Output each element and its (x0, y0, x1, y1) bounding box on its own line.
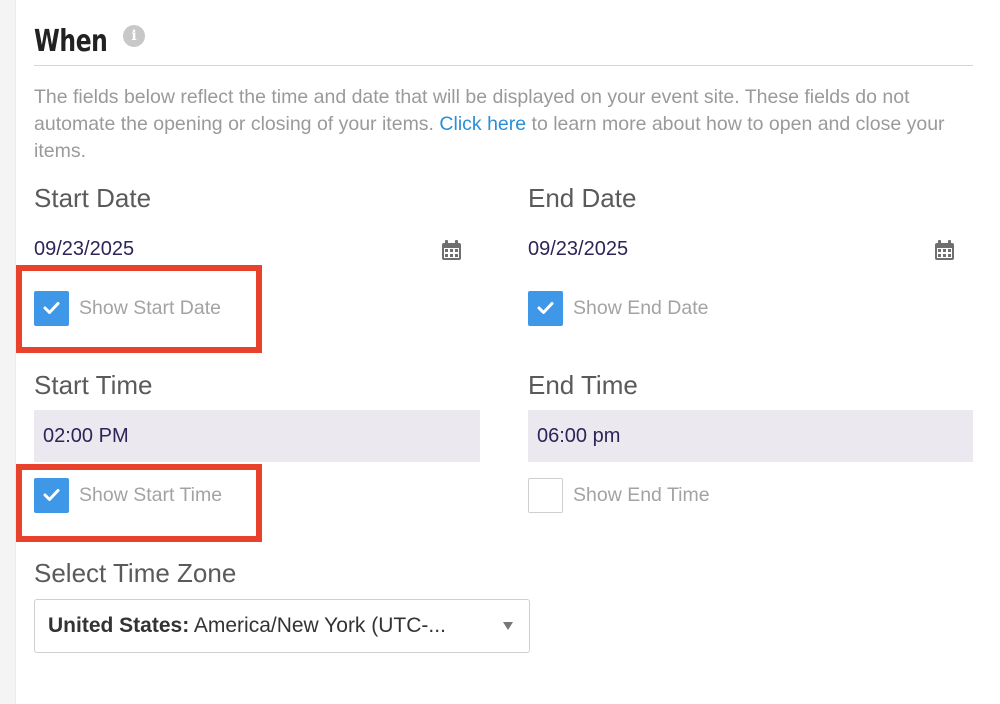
section-header: When i (34, 22, 973, 66)
start-date-label: Start Date (34, 183, 152, 213)
show-end-date-checkbox[interactable] (528, 291, 563, 326)
end-time-input[interactable]: 06:00 pm (528, 410, 973, 462)
end-date-label: End Date (528, 183, 637, 213)
timezone-country: United States: (48, 614, 190, 637)
section-title: When (34, 24, 108, 59)
left-gutter (0, 0, 16, 704)
checkmark-icon (537, 302, 554, 314)
timezone-zone: America/New York (UTC-... (189, 614, 446, 637)
highlight-box (16, 464, 262, 542)
learn-more-link[interactable]: Click here (439, 113, 526, 135)
show-end-date-label[interactable]: Show End Date (573, 297, 709, 320)
dropdown-arrow-icon (503, 622, 513, 630)
end-date-input[interactable]: 09/23/2025 (528, 231, 958, 267)
show-end-time-label[interactable]: Show End Time (573, 484, 710, 507)
info-icon[interactable]: i (123, 25, 145, 47)
show-end-time-checkbox[interactable] (528, 478, 563, 513)
help-text: The fields below reflect the time and da… (34, 84, 964, 165)
highlight-box (16, 265, 262, 353)
end-time-label: End Time (528, 370, 638, 400)
timezone-label: Select Time Zone (34, 558, 237, 588)
start-time-label: Start Time (34, 370, 153, 400)
calendar-icon[interactable] (935, 240, 954, 260)
start-time-input[interactable]: 02:00 PM (34, 410, 480, 462)
calendar-icon[interactable] (442, 240, 461, 260)
timezone-select[interactable]: United States: America/New York (UTC-... (34, 599, 530, 653)
start-date-input[interactable]: 09/23/2025 (34, 231, 464, 267)
